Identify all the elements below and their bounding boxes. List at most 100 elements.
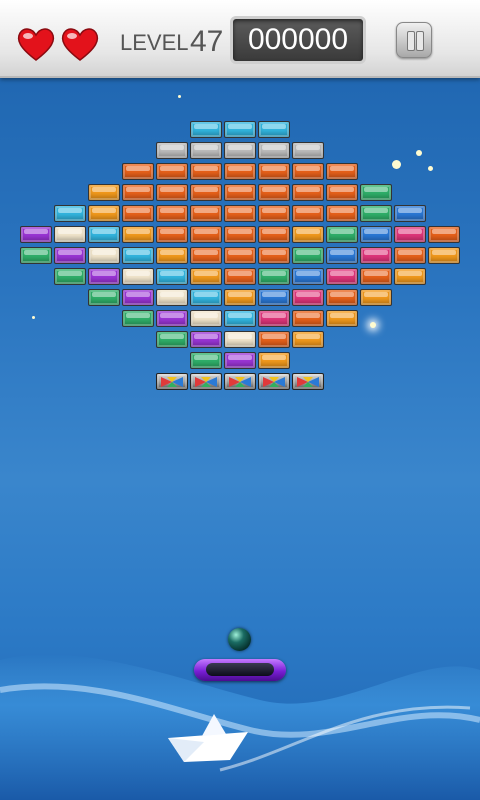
bowtie-icon <box>229 377 251 387</box>
paddle[interactable] <box>194 659 286 681</box>
brick <box>190 121 222 138</box>
brick <box>326 205 358 222</box>
brick <box>326 247 358 264</box>
brick <box>224 331 256 348</box>
brick <box>224 205 256 222</box>
brick <box>292 142 324 159</box>
brick <box>258 205 290 222</box>
brick <box>326 163 358 180</box>
brick <box>224 163 256 180</box>
brick <box>88 247 120 264</box>
brick <box>258 352 290 369</box>
brick <box>292 163 324 180</box>
brick <box>360 247 392 264</box>
brick <box>224 352 256 369</box>
brick <box>258 331 290 348</box>
brick <box>224 289 256 306</box>
brick <box>360 205 392 222</box>
brick <box>258 268 290 285</box>
brick <box>360 289 392 306</box>
brick <box>224 310 256 327</box>
brick <box>428 226 460 243</box>
brick <box>88 268 120 285</box>
brick <box>258 121 290 138</box>
life-heart-icon <box>17 28 55 61</box>
score-display: 000000 <box>230 16 366 64</box>
brick <box>292 184 324 201</box>
brick <box>224 226 256 243</box>
brick <box>88 205 120 222</box>
star-sparkle <box>32 316 35 319</box>
brick <box>156 142 188 159</box>
steel-brick <box>292 373 324 390</box>
brick <box>224 121 256 138</box>
brick <box>190 352 222 369</box>
sparkle-wave-floor <box>0 654 480 800</box>
star-sparkle <box>370 322 376 328</box>
brick <box>54 268 86 285</box>
steel-brick <box>156 373 188 390</box>
brick <box>224 247 256 264</box>
brick <box>360 268 392 285</box>
brick <box>20 247 52 264</box>
brick <box>326 310 358 327</box>
steel-brick <box>224 373 256 390</box>
star-sparkle <box>428 166 433 171</box>
brick <box>258 247 290 264</box>
brick <box>156 205 188 222</box>
brick <box>122 289 154 306</box>
pause-icon <box>407 31 415 51</box>
bowtie-icon <box>263 377 285 387</box>
bowtie-icon <box>161 377 183 387</box>
brick <box>122 247 154 264</box>
brick <box>394 247 426 264</box>
brick <box>394 205 426 222</box>
brick <box>156 268 188 285</box>
bowtie-icon <box>195 377 217 387</box>
brick <box>292 205 324 222</box>
level-number: 47 <box>190 25 224 58</box>
life-heart-icon <box>61 28 99 61</box>
brick <box>156 184 188 201</box>
brick <box>122 184 154 201</box>
brick <box>156 163 188 180</box>
brick <box>156 226 188 243</box>
brick <box>190 247 222 264</box>
brick <box>292 310 324 327</box>
brick <box>190 289 222 306</box>
brick <box>122 226 154 243</box>
brick <box>54 205 86 222</box>
brick <box>190 310 222 327</box>
brick <box>258 310 290 327</box>
hud-bar: LEVEL 47 000000 <box>0 0 480 78</box>
pause-icon <box>416 31 424 51</box>
brick <box>360 184 392 201</box>
brick <box>258 226 290 243</box>
ball <box>228 628 251 651</box>
brick <box>88 289 120 306</box>
brick <box>326 226 358 243</box>
brick <box>292 268 324 285</box>
brick <box>394 268 426 285</box>
brick <box>292 226 324 243</box>
brick <box>54 247 86 264</box>
paper-boat-icon <box>168 714 248 762</box>
brick <box>156 310 188 327</box>
brick <box>190 205 222 222</box>
brick <box>122 310 154 327</box>
steel-brick <box>190 373 222 390</box>
brick <box>190 184 222 201</box>
pause-button[interactable] <box>396 22 432 58</box>
brick <box>292 331 324 348</box>
star-sparkle <box>178 95 181 98</box>
brick <box>190 331 222 348</box>
brick <box>122 268 154 285</box>
brick <box>156 289 188 306</box>
brick <box>88 226 120 243</box>
brick <box>54 226 86 243</box>
brick <box>258 163 290 180</box>
brick <box>258 184 290 201</box>
brick <box>122 163 154 180</box>
brick <box>190 163 222 180</box>
brick <box>258 142 290 159</box>
